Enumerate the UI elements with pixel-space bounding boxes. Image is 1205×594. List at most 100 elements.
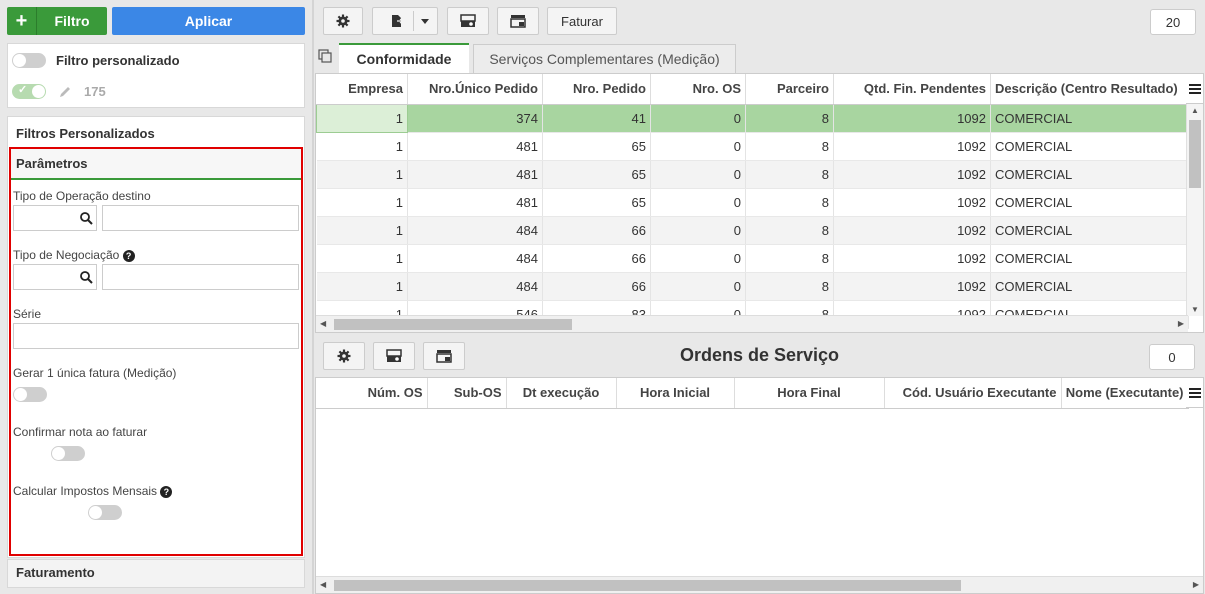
- horizontal-scrollbar[interactable]: ◀ ▶: [316, 315, 1188, 332]
- billing-heading[interactable]: Faturamento: [16, 565, 95, 580]
- pencil-icon[interactable]: [58, 85, 72, 99]
- column-header[interactable]: Descrição (Centro Resultado): [990, 74, 1189, 105]
- os-column-header[interactable]: Sub-OS: [427, 378, 507, 409]
- table-cell[interactable]: 0: [650, 272, 746, 301]
- table-cell[interactable]: 481: [407, 188, 543, 217]
- column-header[interactable]: Nro.Único Pedido: [407, 74, 543, 105]
- single-invoice-toggle[interactable]: [13, 387, 47, 402]
- table-cell[interactable]: COMERCIAL: [990, 216, 1189, 245]
- invoice-button[interactable]: Faturar: [547, 7, 617, 35]
- table-cell[interactable]: 8: [745, 216, 834, 245]
- table-cell[interactable]: COMERCIAL: [990, 104, 1189, 133]
- column-menu-icon[interactable]: [1186, 378, 1203, 408]
- table-row[interactable]: 1 481 65 0 8 1092 COMERCIAL: [316, 160, 1189, 189]
- table-cell[interactable]: 374: [407, 104, 543, 133]
- table-row[interactable]: 1 484 66 0 8 1092 COMERCIAL: [316, 244, 1189, 273]
- table-cell[interactable]: 66: [542, 272, 651, 301]
- table-cell[interactable]: 484: [407, 216, 543, 245]
- table-cell[interactable]: 65: [542, 132, 651, 161]
- table-cell[interactable]: COMERCIAL: [990, 244, 1189, 273]
- os-column-header[interactable]: Nome (Executante): [1061, 378, 1189, 409]
- table-row[interactable]: 1 484 66 0 8 1092 COMERCIAL: [316, 272, 1189, 301]
- custom-filter-toggle[interactable]: [12, 53, 46, 68]
- os-horizontal-scrollbar[interactable]: ◀ ▶: [316, 576, 1203, 593]
- operation-type-description-input[interactable]: [102, 205, 299, 231]
- chevron-down-icon[interactable]: [421, 19, 429, 24]
- os-column-header[interactable]: Hora Inicial: [616, 378, 735, 409]
- table-cell[interactable]: 481: [407, 132, 543, 161]
- table-cell[interactable]: 1: [316, 188, 408, 217]
- table-cell[interactable]: 1092: [833, 104, 991, 133]
- table-cell[interactable]: 1: [316, 160, 408, 189]
- table-cell[interactable]: 8: [745, 104, 834, 133]
- table-cell[interactable]: 1092: [833, 244, 991, 273]
- search-icon[interactable]: [80, 271, 93, 284]
- copy-icon[interactable]: [318, 49, 332, 63]
- column-header[interactable]: Empresa: [316, 74, 408, 105]
- parameters-heading[interactable]: Parâmetros: [16, 156, 88, 171]
- table-cell[interactable]: 484: [407, 244, 543, 273]
- table-row[interactable]: 1 481 65 0 8 1092 COMERCIAL: [316, 132, 1189, 161]
- table-cell[interactable]: 1092: [833, 272, 991, 301]
- table-cell[interactable]: 484: [407, 272, 543, 301]
- table-cell[interactable]: 0: [650, 104, 746, 133]
- tab-conformidade[interactable]: Conformidade: [339, 43, 469, 73]
- table-cell[interactable]: 481: [407, 160, 543, 189]
- help-icon[interactable]: ?: [122, 249, 135, 262]
- monthly-taxes-toggle[interactable]: [88, 505, 123, 520]
- table-cell[interactable]: 8: [745, 244, 834, 273]
- column-header[interactable]: Qtd. Fin. Pendentes: [833, 74, 991, 105]
- os-column-header[interactable]: Hora Final: [734, 378, 885, 409]
- table-cell[interactable]: 41: [542, 104, 651, 133]
- tab-servicos-complementares[interactable]: Serviços Complementares (Medição): [473, 44, 736, 74]
- layout-button[interactable]: [497, 7, 539, 35]
- table-cell[interactable]: 0: [650, 244, 746, 273]
- os-count-badge[interactable]: 0: [1149, 344, 1195, 370]
- table-cell[interactable]: 0: [650, 188, 746, 217]
- add-filter-button[interactable]: + Filtro: [7, 7, 107, 35]
- table-cell[interactable]: 1: [316, 244, 408, 273]
- negotiation-type-code-input[interactable]: [13, 264, 97, 290]
- table-cell[interactable]: COMERCIAL: [990, 132, 1189, 161]
- table-cell[interactable]: 8: [745, 188, 834, 217]
- table-cell[interactable]: 0: [650, 216, 746, 245]
- help-icon[interactable]: ?: [160, 485, 173, 498]
- table-cell[interactable]: 0: [650, 160, 746, 189]
- table-cell[interactable]: COMERCIAL: [990, 160, 1189, 189]
- print-button[interactable]: [447, 7, 489, 35]
- table-row[interactable]: 1 481 65 0 8 1092 COMERCIAL: [316, 188, 1189, 217]
- table-cell[interactable]: 1092: [833, 216, 991, 245]
- panel-splitter[interactable]: [312, 0, 314, 594]
- table-row[interactable]: 1 484 66 0 8 1092 COMERCIAL: [316, 216, 1189, 245]
- table-cell[interactable]: 1092: [833, 188, 991, 217]
- operation-type-code-input[interactable]: [13, 205, 97, 231]
- table-cell[interactable]: 1092: [833, 132, 991, 161]
- active-filter-toggle[interactable]: ✓: [12, 84, 46, 99]
- vertical-scrollbar[interactable]: ▲ ▼: [1186, 104, 1203, 316]
- table-cell[interactable]: 1: [316, 216, 408, 245]
- os-column-header[interactable]: Cód. Usuário Executante: [884, 378, 1062, 409]
- table-row[interactable]: 1 374 41 0 8 1092 COMERCIAL: [316, 103, 1189, 133]
- apply-button[interactable]: Aplicar: [112, 7, 305, 35]
- table-cell[interactable]: 8: [745, 132, 834, 161]
- settings-button[interactable]: [323, 7, 363, 35]
- table-cell[interactable]: COMERCIAL: [990, 188, 1189, 217]
- table-cell[interactable]: 1: [316, 103, 408, 133]
- table-cell[interactable]: 66: [542, 216, 651, 245]
- serie-input[interactable]: [13, 323, 299, 349]
- table-cell[interactable]: 65: [542, 160, 651, 189]
- column-header[interactable]: Nro. Pedido: [542, 74, 651, 105]
- search-icon[interactable]: [80, 212, 93, 225]
- table-cell[interactable]: COMERCIAL: [990, 272, 1189, 301]
- export-button[interactable]: [372, 7, 438, 35]
- table-cell[interactable]: 8: [745, 160, 834, 189]
- table-cell[interactable]: 66: [542, 244, 651, 273]
- page-size-badge[interactable]: 20: [1150, 9, 1196, 35]
- table-cell[interactable]: 1: [316, 132, 408, 161]
- table-cell[interactable]: 8: [745, 272, 834, 301]
- negotiation-type-description-input[interactable]: [102, 264, 299, 290]
- table-cell[interactable]: 1092: [833, 160, 991, 189]
- confirm-invoice-toggle[interactable]: [50, 446, 85, 461]
- table-cell[interactable]: 1: [316, 272, 408, 301]
- column-header[interactable]: Parceiro: [745, 74, 834, 105]
